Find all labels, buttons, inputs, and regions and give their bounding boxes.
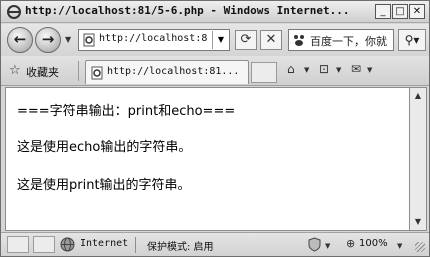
address-bar[interactable]: http://localhost:8 ▼ — [78, 29, 230, 51]
favorites-star-icon[interactable]: ☆ — [9, 63, 21, 78]
navigation-bar: ← → ▼ http://localhost:8 ▼ ⟳ ✕ 百度一下，你就 ⚲… — [1, 24, 429, 56]
status-cell — [7, 236, 29, 253]
refresh-button[interactable]: ⟳ — [235, 30, 257, 50]
title-bar[interactable]: http://localhost:81/5-6.php - Windows In… — [1, 1, 429, 23]
new-tab-button[interactable] — [251, 62, 277, 83]
status-bar: Internet 保护模式: 启用 ▼ ⊕ 100% ▼ — [1, 232, 429, 256]
divider — [135, 237, 136, 253]
stop-button[interactable]: ✕ — [260, 30, 282, 50]
browser-tab[interactable]: http://localhost:81... — [85, 60, 249, 84]
security-settings-icon[interactable] — [307, 237, 322, 252]
feeds-dropdown-icon[interactable]: ▼ — [336, 66, 341, 84]
mail-dropdown-icon[interactable]: ▼ — [367, 66, 372, 84]
search-button[interactable]: ⚲▾ — [398, 29, 426, 51]
scroll-down-icon[interactable]: ▼ — [411, 215, 425, 229]
vertical-scrollbar[interactable]: ▲ ▼ — [409, 87, 427, 231]
maximize-button[interactable]: □ — [392, 4, 408, 19]
favorites-label[interactable]: 收藏夹 — [26, 64, 59, 80]
home-icon[interactable]: ⌂ — [287, 62, 295, 80]
divider — [78, 61, 79, 81]
close-button[interactable]: ✕ — [409, 4, 425, 19]
security-zone-label[interactable]: Internet — [80, 238, 128, 249]
feeds-icon[interactable]: ⊡ — [319, 62, 329, 80]
search-box[interactable]: 百度一下，你就 — [288, 29, 394, 51]
address-dropdown-icon[interactable]: ▼ — [212, 31, 229, 49]
zoom-level[interactable]: 100% — [359, 238, 388, 249]
heading-line: ===字符串输出：print和echo=== — [17, 104, 236, 119]
scroll-up-icon[interactable]: ▲ — [411, 89, 425, 103]
internet-explorer-icon — [7, 5, 21, 19]
protected-mode-label[interactable]: 保护模式: 启用 — [147, 238, 214, 253]
page-icon — [83, 33, 95, 47]
resize-grip-icon[interactable] — [415, 242, 425, 252]
mail-icon[interactable]: ✉ — [351, 62, 361, 80]
forward-button[interactable]: → — [35, 27, 61, 53]
browser-window: http://localhost:81/5-6.php - Windows In… — [0, 0, 430, 257]
print-output-line: 这是使用print输出的字符串。 — [17, 178, 191, 193]
status-cell — [33, 236, 55, 253]
echo-output-line: 这是使用echo输出的字符串。 — [17, 140, 192, 155]
address-text[interactable]: http://localhost:8 — [99, 33, 209, 44]
favorites-bar: ☆ 收藏夹 http://localhost:81... ⌂ ▼ ⊡ ▼ ✉ ▼ — [1, 56, 429, 86]
baidu-logo-icon — [294, 35, 304, 46]
zoom-icon[interactable]: ⊕ — [346, 237, 355, 250]
minimize-button[interactable]: _ — [375, 4, 391, 19]
zoom-dropdown-icon[interactable]: ▼ — [397, 242, 402, 250]
globe-icon — [60, 237, 75, 252]
search-input[interactable]: 百度一下，你就 — [310, 33, 387, 49]
page-content: ===字符串输出：print和echo=== 这是使用echo输出的字符串。 这… — [5, 87, 409, 231]
back-button[interactable]: ← — [7, 27, 33, 53]
window-title: http://localhost:81/5-6.php - Windows In… — [25, 4, 350, 17]
page-icon — [91, 66, 103, 80]
home-dropdown-icon[interactable]: ▼ — [304, 66, 309, 84]
tab-title: http://localhost:81... — [107, 66, 240, 77]
history-dropdown-icon[interactable]: ▼ — [65, 35, 71, 44]
security-dropdown-icon[interactable]: ▼ — [325, 242, 330, 250]
